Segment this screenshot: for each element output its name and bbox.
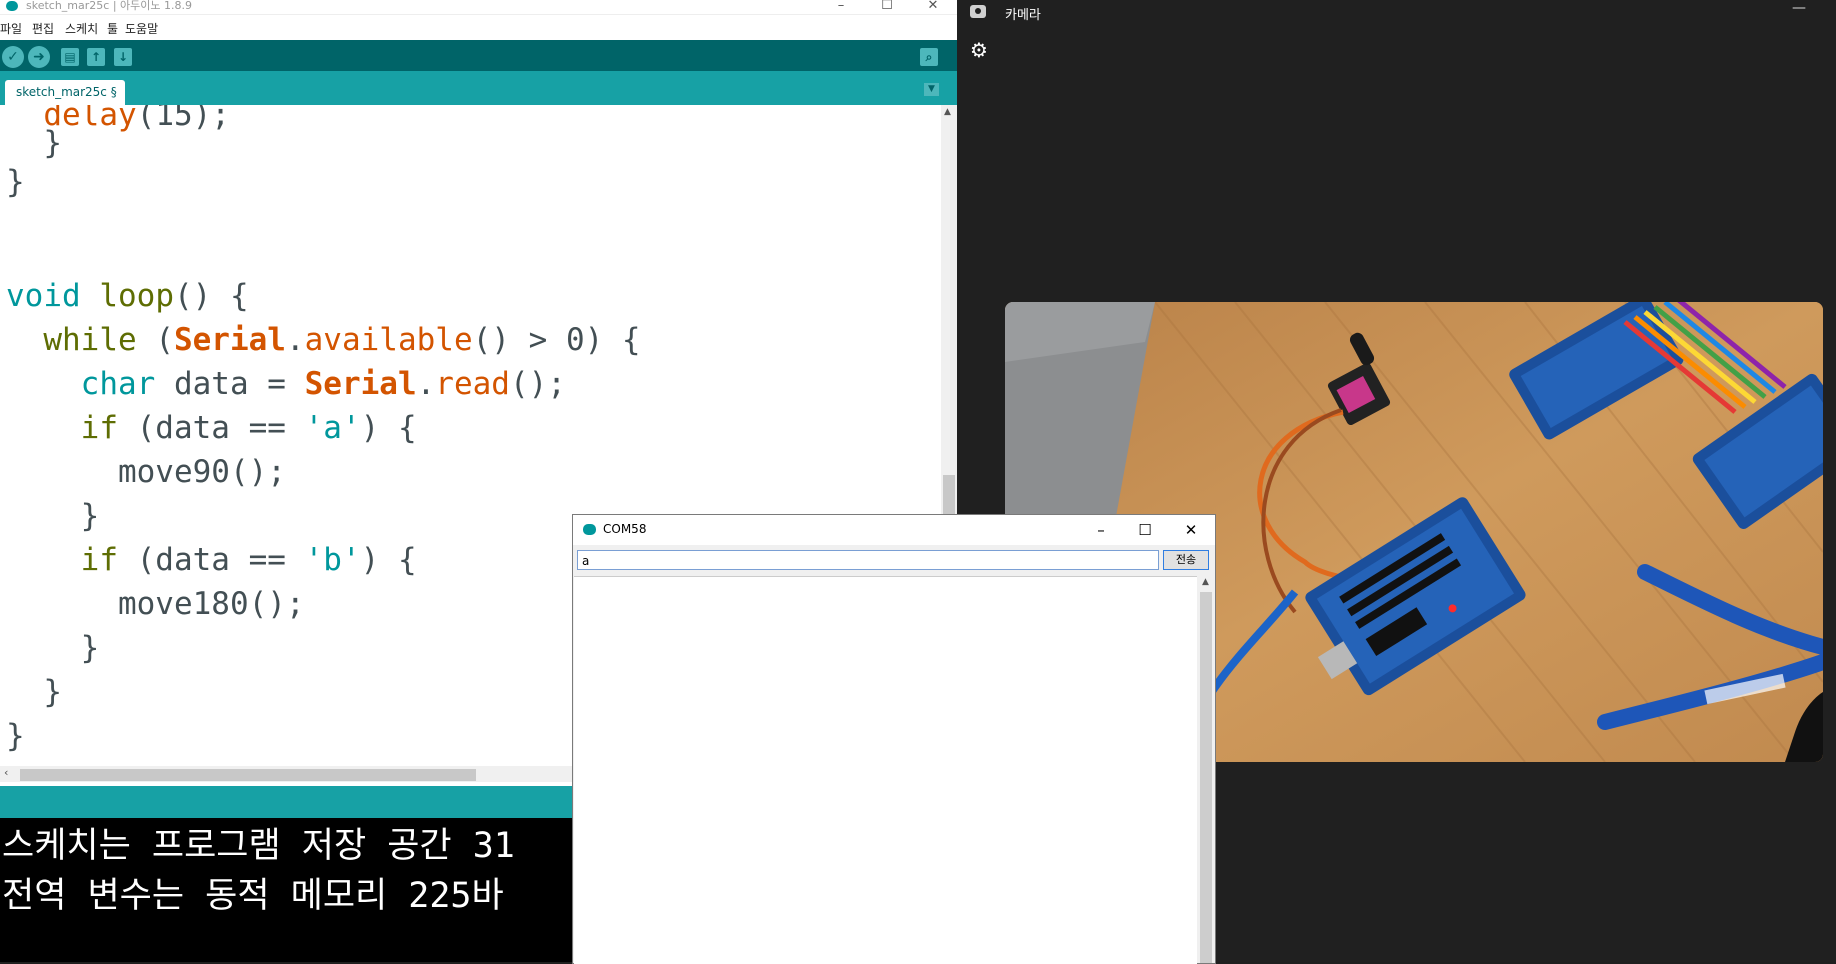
menu-bar: 파일 편집 스케치 툴 도움말 — [0, 17, 957, 37]
console-line: 전역 변수는 동적 메모리 225바 — [2, 876, 504, 916]
tab-sketch[interactable]: sketch_mar25c § — [5, 80, 125, 105]
minimize-button[interactable]: – — [1079, 518, 1123, 542]
camera-title: 카메라 — [1005, 8, 1041, 23]
menu-tools[interactable]: 툴 — [107, 20, 118, 37]
code-line: void loop() { — [6, 278, 249, 314]
code-line: if (data == 'b') { — [80, 542, 417, 578]
arduino-window-title: sketch_mar25c | 아두이노 1.8.9 — [26, 0, 192, 12]
scroll-left-icon[interactable]: ‹ — [4, 766, 8, 779]
maximize-button[interactable]: ☐ — [864, 0, 910, 14]
serial-monitor-window: COM58 – ☐ ✕ a 전송 ▲ — [572, 514, 1216, 964]
code-line: } — [6, 630, 100, 666]
serial-port-title: COM58 — [603, 522, 647, 536]
arduino-logo-icon — [583, 524, 596, 535]
serial-monitor-icon[interactable]: ⌕ — [920, 48, 938, 66]
serial-vertical-scrollbar[interactable]: ▲ — [1198, 576, 1214, 963]
code-line: move180(); — [6, 586, 305, 622]
send-button[interactable]: 전송 — [1163, 550, 1209, 570]
menu-sketch[interactable]: 스케치 — [65, 20, 98, 37]
new-sketch-icon[interactable]: ▤ — [61, 48, 79, 66]
upload-icon[interactable]: ➜ — [28, 46, 50, 68]
tab-bar: sketch_mar25c § ▼ — [0, 71, 957, 105]
code-line: } — [6, 718, 25, 754]
serial-input-field[interactable]: a — [577, 550, 1159, 570]
minimize-button[interactable]: – — [818, 0, 864, 14]
code-line: } — [6, 125, 62, 161]
code-line: } — [6, 674, 62, 710]
serial-output-area — [574, 576, 1197, 964]
code-line: while (Serial.available() > 0) { — [43, 322, 641, 358]
toolbar: ✓ ➜ ▤ ↑ ↓ ⌕ — [0, 40, 957, 71]
minimize-button[interactable]: — — [1792, 0, 1806, 16]
open-sketch-icon[interactable]: ↑ — [87, 48, 105, 66]
menu-file[interactable]: 파일 — [0, 20, 22, 37]
gear-icon[interactable]: ⚙ — [970, 38, 988, 62]
menu-edit[interactable]: 편집 — [32, 20, 54, 37]
verify-icon[interactable]: ✓ — [2, 46, 24, 68]
console-line: 스케치는 프로그램 저장 공간 31 — [2, 826, 515, 866]
scroll-up-icon[interactable]: ▲ — [1202, 577, 1209, 587]
serial-title-bar: COM58 – ☐ ✕ — [573, 515, 1215, 545]
code-line: } — [6, 498, 100, 534]
menu-help[interactable]: 도움말 — [125, 20, 158, 37]
save-sketch-icon[interactable]: ↓ — [114, 48, 132, 66]
code-line: } — [6, 164, 25, 200]
maximize-button[interactable]: ☐ — [1123, 518, 1167, 542]
scroll-thumb[interactable] — [20, 769, 476, 781]
arduino-title-bar: sketch_mar25c | 아두이노 1.8.9 – ☐ ✕ — [0, 0, 957, 15]
close-button[interactable]: ✕ — [910, 0, 956, 14]
camera-icon — [970, 5, 986, 18]
tab-menu-chevron-down-icon[interactable]: ▼ — [924, 83, 939, 96]
scroll-up-icon[interactable]: ▲ — [944, 107, 951, 117]
arduino-logo-icon — [6, 1, 18, 11]
scroll-thumb[interactable] — [1200, 592, 1212, 963]
code-line: move90(); — [6, 454, 286, 490]
close-button[interactable]: ✕ — [1169, 518, 1213, 542]
code-line: if (data == 'a') { — [80, 410, 417, 446]
code-line: char data = Serial.read(); — [80, 366, 566, 402]
